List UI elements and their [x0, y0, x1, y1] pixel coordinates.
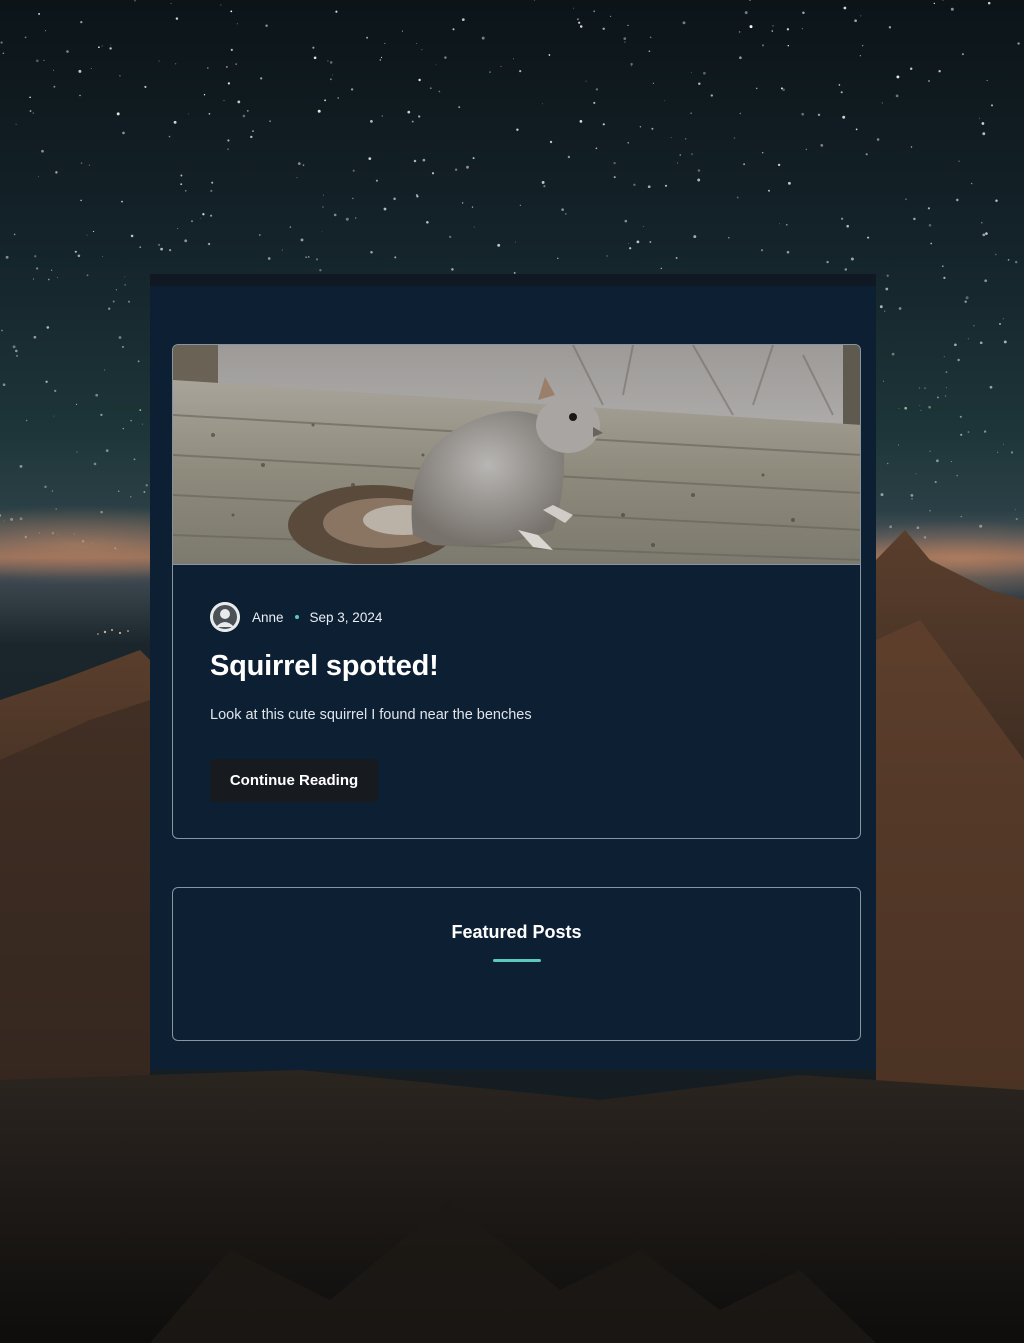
- featured-posts-section: Featured Posts: [172, 887, 861, 1041]
- post-date: Sep 3, 2024: [309, 609, 383, 625]
- continue-reading-button[interactable]: Continue Reading: [210, 759, 378, 802]
- content-panel: Anne Sep 3, 2024 Squirrel spotted! Look …: [150, 274, 876, 1070]
- featured-title-underline: [493, 959, 541, 962]
- post-image[interactable]: [173, 345, 860, 565]
- panel-top-bar: [150, 274, 876, 286]
- post-meta: Anne Sep 3, 2024: [210, 602, 382, 632]
- featured-posts-title: Featured Posts: [451, 922, 582, 942]
- post-excerpt: Look at this cute squirrel I found near …: [210, 707, 532, 723]
- post-author[interactable]: Anne: [252, 610, 284, 625]
- user-avatar-icon[interactable]: [210, 602, 240, 632]
- meta-separator-dot: [294, 615, 299, 619]
- post-card: Anne Sep 3, 2024 Squirrel spotted! Look …: [172, 344, 861, 839]
- post-title[interactable]: Squirrel spotted!: [210, 650, 439, 683]
